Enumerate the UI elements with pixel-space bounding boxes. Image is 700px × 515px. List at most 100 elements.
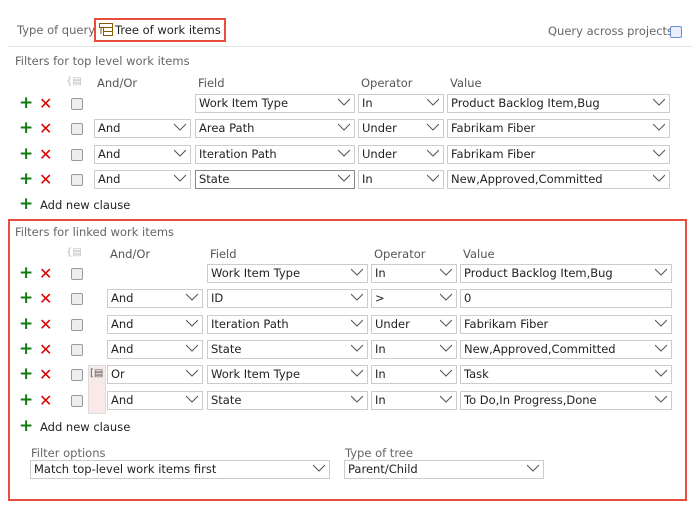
group-clauses-icon[interactable]: {▤: [66, 76, 82, 87]
delete-clause-button[interactable]: ✕: [39, 291, 52, 307]
operator-select[interactable]: Under: [358, 144, 444, 164]
field-select[interactable]: Iteration Path: [207, 314, 368, 334]
type-of-query-label: Type of query: [17, 23, 96, 37]
clause-checkbox[interactable]: [71, 268, 83, 280]
value-input[interactable]: Product Backlog Item,Bug: [460, 264, 672, 283]
field-select[interactable]: State: [195, 169, 355, 189]
field-select[interactable]: Work Item Type: [207, 264, 368, 283]
field-value: Area Path: [199, 121, 255, 136]
andor-select[interactable]: And: [94, 119, 191, 139]
insert-clause-button[interactable]: +: [19, 170, 33, 187]
chevron-down-icon: [338, 149, 350, 157]
delete-clause-button[interactable]: ✕: [39, 316, 52, 332]
operator-select[interactable]: In: [371, 339, 457, 359]
value-text: New,Approved,Committed: [451, 171, 603, 186]
andor-select[interactable]: And: [107, 314, 203, 334]
andor-select[interactable]: And: [94, 144, 191, 164]
operator-select[interactable]: Under: [358, 119, 444, 139]
add-new-clause-link[interactable]: Add new clause: [40, 420, 130, 434]
insert-clause-button[interactable]: +: [19, 315, 33, 332]
delete-clause-button[interactable]: ✕: [39, 367, 52, 383]
clause-checkbox[interactable]: [71, 394, 83, 407]
operator-select[interactable]: In: [371, 390, 457, 410]
add-new-clause-link[interactable]: Add new clause: [40, 198, 130, 212]
chevron-down-icon: [655, 369, 667, 377]
value-input[interactable]: Product Backlog Item,Bug: [447, 94, 670, 113]
clause-checkbox[interactable]: [71, 293, 83, 306]
field-select[interactable]: State: [207, 390, 368, 410]
insert-clause-button[interactable]: +: [19, 145, 33, 162]
chevron-down-icon: [174, 123, 186, 132]
insert-clause-button[interactable]: +: [19, 391, 33, 408]
field-select[interactable]: Iteration Path: [195, 144, 355, 164]
chevron-down-icon: [186, 293, 198, 302]
clause-checkbox[interactable]: [71, 318, 83, 331]
column-header-value: Value: [463, 247, 495, 261]
insert-clause-button[interactable]: +: [19, 340, 33, 357]
type-of-query-selector[interactable]: Tree of work items: [94, 18, 226, 42]
operator-select[interactable]: In: [358, 94, 444, 113]
operator-select[interactable]: In: [371, 264, 457, 283]
clause-checkbox[interactable]: [71, 148, 83, 161]
operator-select[interactable]: >: [371, 289, 457, 309]
field-value: Iteration Path: [199, 146, 277, 161]
value-input[interactable]: Task: [460, 365, 672, 385]
clause-checkbox[interactable]: [71, 123, 83, 136]
insert-clause-button[interactable]: +: [19, 366, 33, 383]
value-input[interactable]: Fabrikam Fiber: [460, 314, 672, 334]
chevron-down-icon: [338, 174, 350, 182]
field-select[interactable]: Area Path: [195, 119, 355, 139]
field-select[interactable]: ID: [207, 289, 368, 309]
column-header-operator: Operator: [361, 76, 413, 90]
andor-select[interactable]: And: [107, 289, 203, 309]
field-value: State: [211, 392, 242, 407]
value-input[interactable]: Fabrikam Fiber: [447, 144, 670, 164]
chevron-down-icon: [186, 319, 198, 327]
add-clause-icon[interactable]: +: [19, 196, 33, 213]
filter-options-select[interactable]: Match top-level work items first: [30, 460, 330, 479]
value-text: To Do,In Progress,Done: [464, 392, 597, 407]
delete-clause-button[interactable]: ✕: [39, 171, 52, 187]
chevron-down-icon: [653, 174, 665, 182]
chevron-down-icon: [338, 98, 350, 106]
andor-select[interactable]: And: [107, 339, 203, 359]
delete-clause-button[interactable]: ✕: [39, 96, 52, 112]
insert-clause-button[interactable]: +: [19, 120, 33, 137]
delete-clause-button[interactable]: ✕: [39, 146, 52, 162]
value-input[interactable]: To Do,In Progress,Done: [460, 390, 672, 410]
delete-clause-button[interactable]: ✕: [39, 341, 52, 357]
value-input[interactable]: 0: [460, 289, 672, 309]
clause-checkbox[interactable]: [71, 369, 83, 382]
clause-group-bracket[interactable]: [▤: [88, 365, 106, 414]
chevron-down-icon: [653, 123, 665, 132]
insert-clause-button[interactable]: +: [19, 265, 33, 282]
operator-select[interactable]: In: [358, 169, 444, 189]
operator-select[interactable]: In: [371, 365, 457, 385]
value-input[interactable]: Fabrikam Fiber: [447, 119, 670, 139]
field-select[interactable]: Work Item Type: [207, 365, 368, 385]
value-text: Fabrikam Fiber: [451, 121, 536, 136]
query-across-projects-checkbox[interactable]: [670, 26, 682, 38]
andor-select[interactable]: And: [94, 169, 191, 189]
operator-select[interactable]: Under: [371, 314, 457, 334]
insert-clause-button[interactable]: +: [19, 95, 33, 112]
delete-clause-button[interactable]: ✕: [39, 121, 52, 137]
field-value: Work Item Type: [199, 96, 289, 110]
clause-checkbox[interactable]: [71, 343, 83, 356]
tree-type-select[interactable]: Parent/Child: [344, 460, 544, 479]
andor-select[interactable]: And: [107, 390, 203, 410]
andor-select[interactable]: Or: [107, 365, 203, 385]
group-clauses-icon[interactable]: {▤: [66, 247, 82, 258]
chevron-down-icon: [186, 344, 198, 352]
field-select[interactable]: Work Item Type: [195, 94, 355, 113]
field-select[interactable]: State: [207, 339, 368, 359]
clause-checkbox[interactable]: [71, 173, 83, 186]
value-input[interactable]: New,Approved,Committed: [447, 169, 670, 189]
value-input[interactable]: New,Approved,Committed: [460, 339, 672, 359]
delete-clause-button[interactable]: ✕: [39, 266, 52, 282]
delete-clause-button[interactable]: ✕: [39, 392, 52, 408]
ungroup-clauses-icon[interactable]: [▤: [90, 368, 103, 379]
clause-checkbox[interactable]: [71, 98, 83, 110]
add-clause-icon[interactable]: +: [19, 418, 33, 435]
insert-clause-button[interactable]: +: [19, 290, 33, 307]
